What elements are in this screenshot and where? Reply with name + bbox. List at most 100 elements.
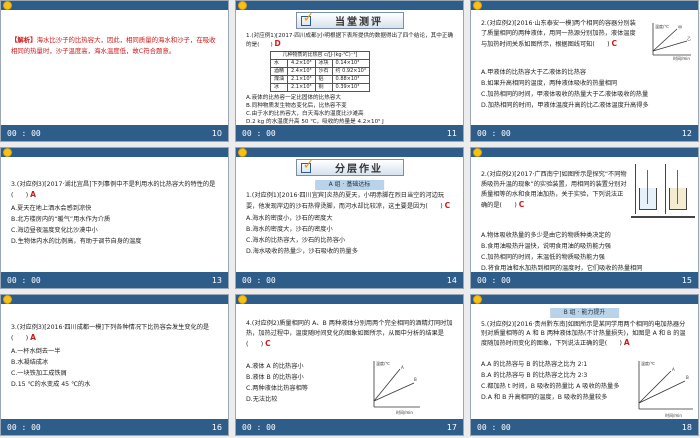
sun-icon [3, 295, 12, 304]
sun-icon [238, 148, 247, 157]
slide-time: 00 : 00 [242, 423, 276, 432]
sun-icon [238, 295, 247, 304]
option-c: C.由于水的比热容大，白天海水的温度比沙滩高 [246, 111, 364, 117]
series-line-a [638, 370, 672, 404]
slide-body: 3.(对应例3)[2017·湖北宜昌]下列事例中不是利用水的比热容大的特性的是(… [11, 180, 220, 247]
question-text: 2.(对应例2)[2017·广西南宁]如图所示是探究“不同物质吸热升温的现象”的… [481, 171, 627, 209]
slide-top-bar [471, 1, 698, 10]
graph-series-a-label: A [401, 365, 404, 370]
checkbox-icon: ✓ [300, 10, 315, 26]
question-text: 1.(对应例1)[2016·四川宜宾]炎热的夏天，小明赤脚在烈日当空的河边玩耍，… [246, 192, 445, 210]
slide-thumbnail-13[interactable]: 3.(对应例3)[2017·湖北宜昌]下列事例中不是利用水的比热容大的特性的是(… [0, 147, 229, 289]
sun-icon [473, 1, 482, 10]
answer-mark: A [623, 338, 630, 347]
graph-series-a-label: A [672, 367, 675, 372]
table-row: 酒精 2.4×10³ 沙石约 0.92×10³ [269, 67, 370, 76]
option-b: B.如果升高相同的温度，两种液体吸收的热量相同 [481, 80, 618, 87]
option-c: C.加热相同的时间，末温低的物质吸热能力强 [481, 254, 605, 261]
section-title: 当堂测评 [335, 17, 383, 28]
slide-thumbnail-10[interactable]: 【解析】海水比沙子的比热容大，因此，相同质量的海水和沙子，在吸收相同的热量时，沙… [0, 0, 229, 142]
temperature-time-graph: 温度/℃ A B 时间/min [638, 360, 693, 418]
section-header: ✓ 当堂测评 [295, 10, 404, 29]
table-row: 水 4.2×10³ 冰块 0.14×10³ [269, 59, 370, 68]
option-b: B.同种物质发生物态变化后，比热容不变 [246, 103, 347, 109]
option-a: A.甲液体的比热容大于乙液体的比热容 [481, 69, 587, 76]
option-b: B.海水的密度大，沙石的密度小 [246, 226, 333, 233]
level-tag: A 组 · 基础达标 [314, 180, 385, 190]
graph-x-label: 时间/min [673, 55, 690, 61]
slide-page-number: 14 [446, 276, 457, 285]
section-header: ✓ 分层作业 [295, 158, 404, 176]
question-text: 4.(对应例2)质量相同的 A、B 两种液体分别用两个完全相同的酒精灯同时加热，… [246, 320, 453, 348]
slide-time: 00 : 00 [7, 276, 41, 285]
option-a: A.A 的比热容与 B 的比热容之比为 2∶1 [481, 361, 588, 368]
option-d: D.生物体内水的比例高，有助于调节自身的温度 [11, 238, 142, 245]
answer-mark: C [444, 200, 451, 210]
option-a: A.液体 A 的比热容小 [246, 363, 304, 370]
option-b: B.水凝结成冰 [11, 359, 49, 366]
sun-icon [473, 148, 482, 157]
slide-top-bar [471, 148, 698, 157]
slide-thumbnail-11[interactable]: ✓ 当堂测评 1.(对应例1)[2017·四川成都]小明根据下表所提供的数据得出… [235, 0, 464, 142]
slide-thumbnail-18[interactable]: B 组 · 能力提升 5.(对应例2)[2016·贵州黔东南]如图所示是某同学用… [470, 294, 699, 436]
sun-icon [3, 1, 12, 10]
series-line-b [373, 382, 415, 402]
option-c: C.海边昼夜温度变化比沙漠中小 [11, 227, 98, 234]
slide-top-bar [1, 295, 228, 304]
slide-page-number: 18 [681, 423, 692, 432]
slide-top-bar [236, 1, 463, 10]
slide-time: 00 : 00 [477, 423, 511, 432]
graph-x-label: 时间/min [396, 409, 413, 415]
graph-series-b-label: B [686, 375, 689, 380]
slide-body: 【解析】海水比沙子的比热容大，因此，相同质量的海水和沙子，在吸收相同的热量时，沙… [11, 35, 220, 59]
answer-mark: A [30, 190, 36, 199]
table-caption: 几种物质的比热容 c/[J·(kg·℃)⁻¹] [270, 51, 370, 60]
option-c: C.都加热 t 时间，B 吸收的热量比 A 吸收的热量多 [481, 383, 620, 390]
option-d: D.无法比较 [246, 396, 278, 403]
series-line-b [638, 380, 686, 404]
options-list: A.液体 A 的比热容小 B.液体 B 的比热容小 C.两种液体比热容相等 D.… [246, 361, 363, 405]
graph-series-b-label: 乙 [687, 35, 691, 41]
option-c: C.海水的比热容大，沙石的比热容小 [246, 237, 346, 244]
answer-mark: C [611, 39, 618, 48]
question-text: 3.(对应例3)[2017·湖北宜昌]下列事例中不是利用水的比热容大的特性的是(… [11, 181, 216, 199]
option-d: D.15 ℃的水变成 45 ℃的水 [11, 381, 91, 388]
slide-thumbnail-16[interactable]: 3.(对应例3)[2016·四川成都一模]下列各种情况下比热容会发生变化的是( … [0, 294, 229, 436]
options-list: A.A 的比热容与 B 的比热容之比为 2∶1 B.A 的比热容与 B 的比热容… [481, 359, 626, 403]
series-line-a [373, 368, 401, 402]
slide-body: 3.(对应例3)[2016·四川成都一模]下列各种情况下比热容会发生变化的是( … [11, 323, 220, 390]
section-title: 分层作业 [335, 164, 383, 175]
temperature-time-graph: 温度/℃ 甲 乙 时间/min [652, 23, 691, 61]
option-a: A.海水的密度小，沙石的密度大 [246, 215, 333, 222]
answer-mark: C [518, 200, 525, 209]
slide-thumbnail-12[interactable]: 2.(对应例2)[2016·山东泰安一模]两个相同的容器分别装了质量相同的两种液… [470, 0, 699, 142]
option-b: B.液体 B 的比热容小 [246, 374, 304, 381]
option-c: C.一块铁加工成铁屑 [11, 370, 67, 377]
level-tag: B 组 · 能力提升 [549, 308, 620, 318]
sun-icon [238, 1, 247, 10]
sun-icon [3, 148, 12, 157]
slide-top-bar [1, 1, 228, 10]
option-a: A.夏天在地上洒水会感到凉快 [11, 205, 92, 212]
slide-thumbnail-17[interactable]: 4.(对应例2)质量相同的 A、B 两种液体分别用两个完全相同的酒精灯同时加热，… [235, 294, 464, 436]
options-list: A.物体吸收热量的多少是由它的物质种类决定的 B.食用油吸热升温快，说明食用油的… [481, 230, 690, 274]
slide-body: 2.(对应例2)[2016·山东泰安一模]两个相同的容器分别装了质量相同的两种液… [481, 19, 640, 52]
slide-thumbnail-15[interactable]: 2.(对应例2)[2017·广西南宁]如图所示是探究“不同物质吸热升温的现象”的… [470, 147, 699, 289]
graph-x-label: 时间/min [665, 412, 682, 418]
option-a: A.物体吸收热量的多少是由它的物质种类决定的 [481, 232, 611, 239]
slide-page-number: 10 [211, 129, 222, 138]
graph-y-label: 温度/℃ [655, 23, 669, 29]
graph-y-label: 温度/℃ [641, 360, 655, 366]
option-a: A.液体的比热容一定比固体的比热容大 [246, 95, 342, 101]
sun-icon [473, 295, 482, 304]
option-b: B.A 的比热容与 B 的比热容之比为 2∶3 [481, 372, 588, 379]
option-c: C.加热相同的时间，甲液体吸收的热量大于乙液体吸收的热量 [481, 91, 649, 98]
question-text: 5.(对应例2)[2016·贵州黔东南]如图所示是某同学用两个相同的电加热器分别… [481, 321, 686, 347]
slide-page-number: 12 [681, 129, 692, 138]
slide-top-bar [236, 295, 463, 304]
slide-body: 1.(对应例1)[2017·四川成都]小明根据下表所提供的数据得出了四个结论，其… [246, 32, 455, 126]
slide-page-number: 16 [211, 423, 222, 432]
experiment-apparatus-figure [631, 164, 695, 222]
slide-thumbnail-14[interactable]: ✓ 分层作业 A 组 · 基础达标 1.(对应例1)[2016·四川宜宾]炎热的… [235, 147, 464, 289]
graph-y-label: 温度/℃ [376, 360, 390, 366]
